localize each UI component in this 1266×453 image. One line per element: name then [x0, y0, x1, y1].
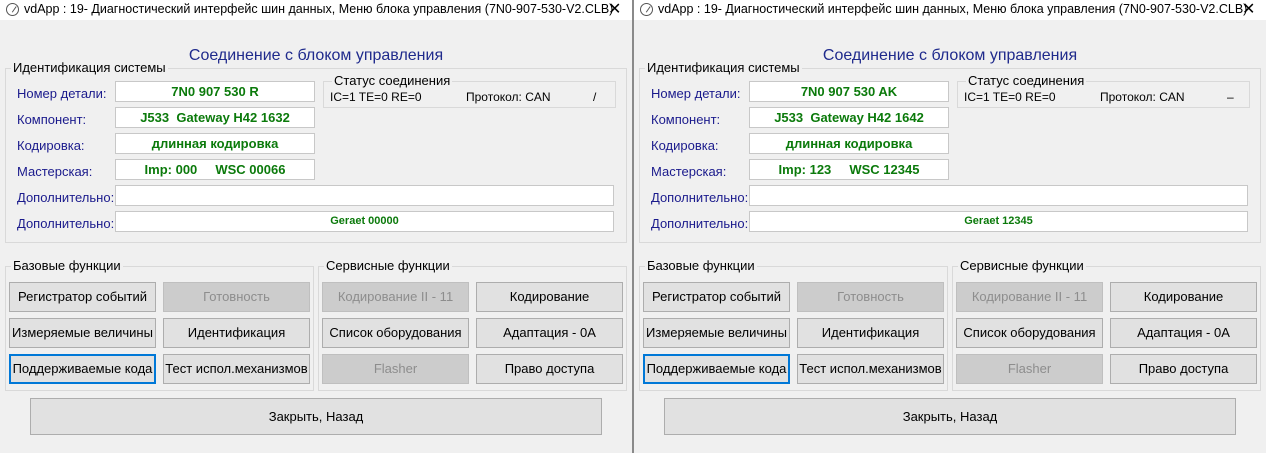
access-rights-button[interactable]: Право доступа — [476, 354, 623, 384]
readiness-button[interactable]: Готовность — [163, 282, 310, 312]
protocol-text: Протокол: CAN — [466, 90, 551, 104]
coding-2-button[interactable]: Кодирование II - 11 — [956, 282, 1103, 312]
basic-functions-label: Базовые функции — [645, 258, 757, 273]
activity-indicator: / — [593, 90, 597, 104]
workshop-label: Мастерская: — [17, 164, 93, 179]
supported-codes-button[interactable]: Поддерживаемые кода — [9, 354, 156, 384]
app-icon — [640, 3, 653, 16]
identification-group-label: Идентификация системы — [645, 60, 802, 75]
control-module-window-left: vdApp : 19- Диагностический интерфейс ши… — [0, 0, 632, 453]
connection-counters: IC=1 TE=0 RE=0 — [330, 90, 422, 104]
part-number-label: Номер детали: — [17, 86, 107, 101]
coding-button[interactable]: Кодирование — [1110, 282, 1257, 312]
extra-info-label-1: Дополнительно: — [651, 190, 749, 205]
window-title: vdApp : 19- Диагностический интерфейс ши… — [24, 2, 614, 16]
flasher-button[interactable]: Flasher — [322, 354, 469, 384]
component-field: J533 Gateway H42 1632 — [115, 107, 315, 128]
component-label: Компонент: — [651, 112, 721, 127]
flasher-button[interactable]: Flasher — [956, 354, 1103, 384]
window-title: vdApp : 19- Диагностический интерфейс ши… — [658, 2, 1248, 16]
extra-info-field-1 — [115, 185, 614, 206]
title-bar[interactable]: vdApp : 19- Диагностический интерфейс ши… — [0, 0, 632, 20]
coding-button[interactable]: Кодирование — [476, 282, 623, 312]
equipment-list-button[interactable]: Список оборудования — [956, 318, 1103, 348]
connection-status-label: Статус соединения — [332, 73, 453, 88]
readiness-button[interactable]: Готовность — [797, 282, 944, 312]
adaptation-button[interactable]: Адаптация - 0А — [476, 318, 623, 348]
equipment-list-button[interactable]: Список оборудования — [322, 318, 469, 348]
close-back-button[interactable]: Закрыть, Назад — [30, 398, 602, 435]
service-functions-label: Сервисные функции — [324, 258, 452, 273]
connection-counters: IC=1 TE=0 RE=0 — [964, 90, 1056, 104]
actuator-test-button[interactable]: Тест испол.механизмов — [163, 354, 310, 384]
coding-label: Кодировка: — [651, 138, 719, 153]
actuator-test-button[interactable]: Тест испол.механизмов — [797, 354, 944, 384]
app-icon — [6, 3, 19, 16]
close-icon[interactable]: ✕ — [1242, 0, 1255, 20]
component-label: Компонент: — [17, 112, 87, 127]
part-number-field: 7N0 907 530 AK — [749, 81, 949, 102]
coding-2-button[interactable]: Кодирование II - 11 — [322, 282, 469, 312]
coding-label: Кодировка: — [17, 138, 85, 153]
extra-info-field-1 — [749, 185, 1248, 206]
measured-values-button[interactable]: Измеряемые величины — [9, 318, 156, 348]
part-number-label: Номер детали: — [651, 86, 741, 101]
extra-info-label-2: Дополнительно: — [17, 216, 115, 231]
activity-indicator: – — [1227, 90, 1234, 104]
identification-group-label: Идентификация системы — [11, 60, 168, 75]
adaptation-button[interactable]: Адаптация - 0А — [1110, 318, 1257, 348]
coding-field: длинная кодировка — [749, 133, 949, 154]
access-rights-button[interactable]: Право доступа — [1110, 354, 1257, 384]
extra-info-label-2: Дополнительно: — [651, 216, 749, 231]
extra-info-field-2: Geraet 00000 — [115, 211, 614, 232]
protocol-text: Протокол: CAN — [1100, 90, 1185, 104]
extra-info-label-1: Дополнительно: — [17, 190, 115, 205]
control-module-window-right: vdApp : 19- Диагностический интерфейс ши… — [634, 0, 1266, 453]
workshop-field: Imp: 123 WSC 12345 — [749, 159, 949, 180]
component-field: J533 Gateway H42 1642 — [749, 107, 949, 128]
coding-field: длинная кодировка — [115, 133, 315, 154]
extra-info-field-2: Geraet 12345 — [749, 211, 1248, 232]
title-bar[interactable]: vdApp : 19- Диагностический интерфейс ши… — [634, 0, 1266, 20]
service-functions-label: Сервисные функции — [958, 258, 1086, 273]
identification-button[interactable]: Идентификация — [163, 318, 310, 348]
close-icon[interactable]: ✕ — [608, 0, 621, 20]
basic-functions-label: Базовые функции — [11, 258, 123, 273]
connection-status-label: Статус соединения — [966, 73, 1087, 88]
identification-button[interactable]: Идентификация — [797, 318, 944, 348]
event-log-button[interactable]: Регистратор событий — [9, 282, 156, 312]
event-log-button[interactable]: Регистратор событий — [643, 282, 790, 312]
workshop-label: Мастерская: — [651, 164, 727, 179]
close-back-button[interactable]: Закрыть, Назад — [664, 398, 1236, 435]
workshop-field: Imp: 000 WSC 00066 — [115, 159, 315, 180]
measured-values-button[interactable]: Измеряемые величины — [643, 318, 790, 348]
supported-codes-button[interactable]: Поддерживаемые кода — [643, 354, 790, 384]
part-number-field: 7N0 907 530 R — [115, 81, 315, 102]
